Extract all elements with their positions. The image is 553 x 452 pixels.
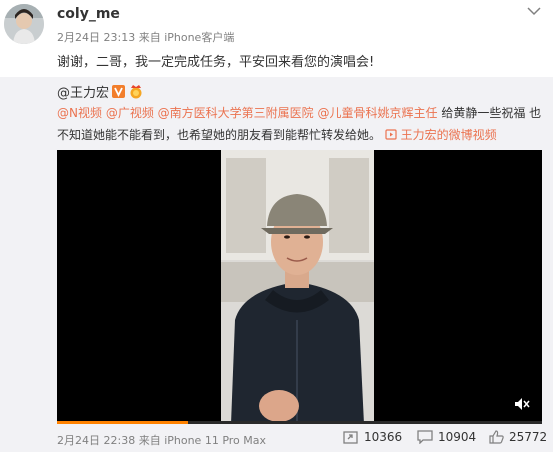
avatar[interactable]: [4, 4, 44, 44]
post-text: 谢谢，二哥，我一定完成任务，平安回来看您的演唱会!: [57, 55, 375, 70]
post-meta: 2月24日 23:13 来自 iPhone客户端: [57, 29, 234, 45]
original-meta: 2月24日 22:38 来自 iPhone 11 Pro Max: [57, 432, 266, 448]
repost-box: @王力宏 @N视频 @广视频 @南方医科大学第三附属医院 @儿童骨科姚京辉主任 …: [0, 77, 553, 452]
mute-icon[interactable]: [514, 396, 530, 412]
like-count: 25772: [509, 430, 548, 444]
mention-tag[interactable]: @N视频: [57, 106, 102, 120]
repost-icon: [343, 431, 358, 444]
chevron-down-icon[interactable]: [523, 2, 545, 20]
post-header: coly_me 2月24日 23:13 来自 iPhone客户端 谢谢，二哥，我…: [0, 0, 553, 75]
repost-count: 10366: [364, 430, 403, 444]
username[interactable]: coly_me: [57, 6, 120, 22]
verified-v-icon: [112, 85, 126, 98]
like-icon: [489, 430, 504, 444]
award-badge-icon[interactable]: [128, 84, 144, 99]
mention-tag[interactable]: @儿童骨科姚京辉主任: [318, 106, 438, 120]
text-part-1: 给黄静一些祝福 也: [437, 106, 542, 120]
video-frame: [221, 150, 374, 424]
video-progress-bar[interactable]: [57, 421, 542, 424]
like-button[interactable]: 25772: [489, 430, 547, 444]
post-source: 来自 iPhone客户端: [138, 31, 235, 44]
video-player[interactable]: [57, 150, 542, 424]
original-author-line: @王力宏: [57, 82, 144, 101]
post-time[interactable]: 2月24日 23:13: [57, 31, 135, 44]
original-time[interactable]: 2月24日 22:38: [57, 434, 135, 447]
mention-tag[interactable]: @南方医科大学第三附属医院: [158, 106, 314, 120]
video-link-icon: [385, 129, 397, 140]
comment-count: 10904: [438, 430, 477, 444]
original-author[interactable]: @王力宏: [57, 82, 109, 101]
mention-tag[interactable]: @广视频: [106, 106, 154, 120]
repost-button[interactable]: 10366: [343, 430, 402, 444]
video-link-label: 王力宏的微博视频: [400, 128, 497, 142]
video-link[interactable]: 王力宏的微博视频: [385, 128, 497, 142]
comment-icon: [417, 430, 433, 444]
video-progress-fill: [57, 421, 188, 424]
original-source: 来自 iPhone 11 Pro Max: [138, 434, 267, 447]
original-text: @N视频 @广视频 @南方医科大学第三附属医院 @儿童骨科姚京辉主任 给黄静一些…: [57, 102, 542, 146]
comment-button[interactable]: 10904: [417, 430, 476, 444]
text-part-2: 不知道她能不能看到，也希望她的朋友看到能帮忙转发给她。: [57, 128, 382, 142]
